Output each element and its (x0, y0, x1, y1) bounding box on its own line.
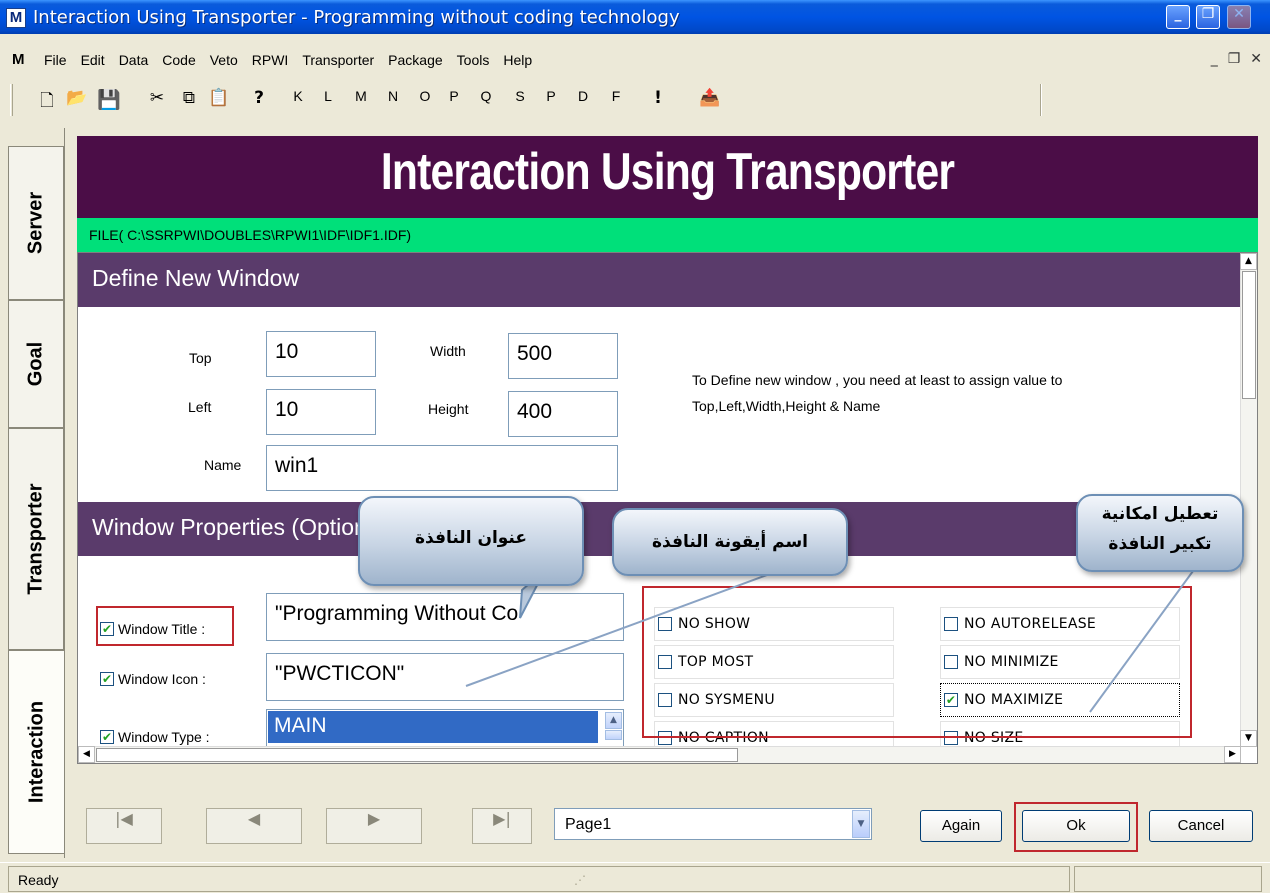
callout-window-icon-text: اسم أيقونة النافذة (651, 532, 809, 552)
callout-disable-maximize: تعطيل امكانية تكبير النافذة (1076, 494, 1244, 572)
callout-line-maximize (1089, 555, 1205, 713)
status-text: Ready (18, 872, 59, 888)
cancel-button[interactable]: Cancel (1149, 810, 1253, 842)
previous-page-button[interactable]: ◀ (206, 808, 302, 844)
callout-disable-maximize-line1: تعطيل امكانية (1101, 504, 1219, 524)
first-page-button[interactable]: |◀ (86, 808, 162, 844)
callout-line-icon (465, 571, 776, 687)
callout-disable-maximize-line2: تكبير النافذة (1108, 534, 1212, 554)
navigation-bar: |◀ ◀ ▶ ▶| Page1 ▼ Again Ok Cancel (64, 800, 1270, 856)
page-select-value: Page1 (565, 816, 612, 833)
callout-window-title: عنوان النافذة (358, 496, 584, 586)
callout-window-title-text: عنوان النافذة (415, 528, 527, 548)
chevron-down-icon[interactable]: ▼ (852, 810, 870, 838)
last-page-button[interactable]: ▶| (472, 808, 532, 844)
again-button[interactable]: Again (920, 810, 1002, 842)
ok-button[interactable]: Ok (1022, 810, 1130, 842)
callout-window-icon: اسم أيقونة النافذة (612, 508, 848, 576)
next-page-button[interactable]: ▶ (326, 808, 422, 844)
callout-pointer-lines (465, 555, 1205, 713)
status-bar: Ready ⋰ (0, 862, 1270, 893)
resize-grip-icon[interactable]: ⋰ (574, 873, 586, 887)
status-panel-right (1074, 866, 1262, 892)
status-panel-main (8, 866, 1070, 892)
page-select[interactable]: Page1 ▼ (554, 808, 872, 840)
